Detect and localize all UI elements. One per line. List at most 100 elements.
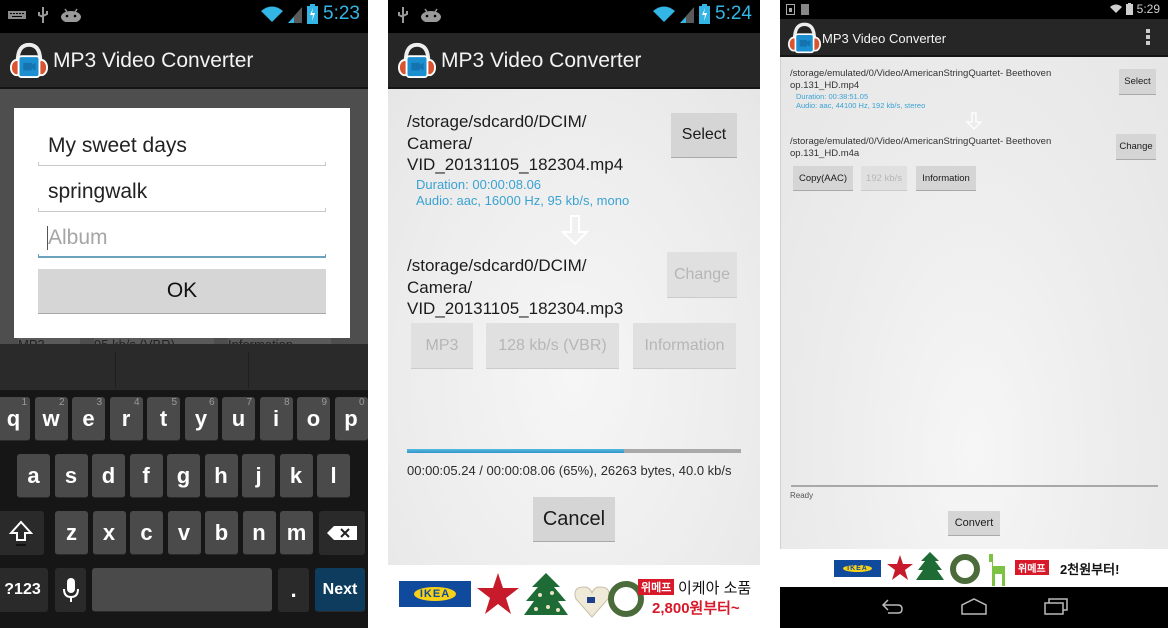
key-q[interactable]: q1 [0, 397, 30, 441]
key-o[interactable]: o9 [297, 397, 330, 441]
voice-input-key[interactable] [55, 568, 86, 612]
app-logo-icon [788, 22, 821, 54]
key-z[interactable]: z [55, 511, 88, 555]
symbols-key[interactable]: ?123 [0, 568, 48, 612]
key-k[interactable]: k [279, 454, 313, 498]
key-hint: 2 [58, 397, 65, 408]
shift-key[interactable] [0, 511, 44, 555]
key-n[interactable]: n [242, 511, 276, 555]
ad-banner[interactable]: IKEA 위메프 이케아 소품 2,800원부터~ [388, 565, 760, 628]
ok-button[interactable]: OK [38, 269, 326, 314]
target-path: /storage/emulated/0/Video/AmericanString… [790, 136, 1090, 160]
overflow-menu-icon[interactable] [1146, 29, 1150, 47]
key-j[interactable]: j [242, 454, 275, 498]
key-p[interactable]: p0 [334, 397, 368, 441]
key-y[interactable]: y6 [184, 397, 218, 441]
album-placeholder: Album [48, 226, 108, 249]
key-a[interactable]: a [17, 454, 50, 498]
status-bar: 5:24 [388, 0, 760, 33]
screen-converting: 5:24 MP3 Video Converter /storage/sdcard… [388, 0, 760, 628]
key-label: d [101, 462, 116, 488]
next-key[interactable]: Next [315, 568, 365, 612]
format-button[interactable]: Copy(AAC) [793, 166, 853, 191]
select-button[interactable]: Select [1119, 69, 1156, 95]
change-button[interactable]: Change [1116, 134, 1156, 160]
battery-charging-icon [307, 4, 319, 24]
key-f[interactable]: f [129, 454, 163, 498]
delete-key[interactable] [319, 511, 365, 555]
star-ornament-icon [887, 555, 913, 580]
progress-fill [407, 449, 625, 453]
album-field[interactable]: Album [38, 222, 326, 258]
artist-field[interactable]: springwalk [38, 176, 326, 212]
key-label: e [82, 405, 95, 431]
space-key[interactable] [92, 568, 272, 612]
key-label: s [64, 462, 78, 488]
ad-line1: 2천원부터! [1060, 562, 1120, 577]
clock: 5:24 [715, 3, 752, 24]
select-button[interactable]: Select [671, 113, 737, 158]
key-hint: 4 [133, 397, 140, 408]
key-label: w [42, 405, 60, 431]
battery-charging-icon [699, 4, 711, 24]
key-i[interactable]: i8 [259, 397, 293, 441]
key-u[interactable]: u7 [222, 397, 255, 441]
duration-text: Duration: 00:00:08.06 [416, 177, 542, 192]
bitrate-button[interactable]: 128 kb/s (VBR) [486, 323, 619, 369]
field-underline [38, 208, 326, 212]
key-e[interactable]: e3 [72, 397, 105, 441]
arrow-down-icon [560, 215, 590, 246]
title-field[interactable]: My sweet days [38, 130, 326, 166]
keyboard-suggestion-strip[interactable] [0, 344, 368, 390]
cancel-button[interactable]: Cancel [533, 497, 615, 542]
back-icon[interactable] [880, 597, 904, 615]
key-v[interactable]: v [167, 511, 201, 555]
key-x[interactable]: x [92, 511, 126, 555]
key-b[interactable]: b [205, 511, 238, 555]
reindeer-ornament-icon [989, 554, 1005, 586]
arrow-down-icon [965, 112, 983, 130]
key-l[interactable]: l [317, 454, 350, 498]
path-line: /storage/sdcard0/DCIM/ [407, 112, 587, 131]
action-bar: MP3 Video Converter [0, 33, 368, 89]
key-label: q [6, 405, 21, 431]
clock: 5:23 [323, 3, 360, 24]
key-label: f [142, 462, 150, 488]
key-g[interactable]: g [167, 454, 200, 498]
format-button[interactable]: MP3 [411, 323, 473, 369]
ikea-logo: IKEA [834, 560, 881, 577]
wifi-icon [653, 6, 676, 22]
key-hint: 8 [283, 397, 290, 408]
key-s[interactable]: s [54, 454, 88, 498]
key-c[interactable]: c [130, 511, 163, 555]
screen-edit-tags: 5:23 MP3 Video Converter MP3 95 kb/s (VB… [0, 0, 368, 628]
convert-button[interactable]: Convert [948, 511, 1000, 536]
key-hint: 6 [208, 397, 215, 408]
key-d[interactable]: d [92, 454, 125, 498]
home-icon[interactable] [961, 597, 987, 615]
key-hint: 9 [321, 397, 327, 408]
ad-banner[interactable]: IKEA 위메프 2천원부터! [780, 549, 1168, 587]
sim-icon [786, 4, 795, 15]
change-button[interactable]: Change [667, 252, 737, 298]
recent-apps-icon[interactable] [1044, 597, 1068, 615]
key-hint: 3 [96, 397, 102, 408]
key-r[interactable]: r4 [109, 397, 143, 441]
source-path: /storage/sdcard0/DCIM/ Camera/ VID_20131… [407, 111, 657, 176]
notification-icon [801, 4, 809, 15]
information-button[interactable]: Information [633, 323, 736, 369]
period-key[interactable]: . [278, 568, 309, 612]
key-label: n [252, 519, 266, 545]
wifi-icon [261, 6, 284, 22]
key-w[interactable]: w2 [34, 397, 68, 441]
bitrate-button[interactable]: 192 kb/s [861, 166, 907, 191]
key-label: k [289, 462, 303, 488]
microphone-icon [62, 577, 79, 602]
key-m[interactable]: m [280, 511, 313, 555]
shift-icon [8, 520, 33, 546]
key-hint: 5 [171, 397, 177, 408]
key-h[interactable]: h [204, 454, 238, 498]
key-t[interactable]: t5 [147, 397, 180, 441]
path-line: /storage/emulated/0/Video/AmericanString… [790, 136, 1052, 147]
information-button[interactable]: Information [916, 166, 976, 191]
